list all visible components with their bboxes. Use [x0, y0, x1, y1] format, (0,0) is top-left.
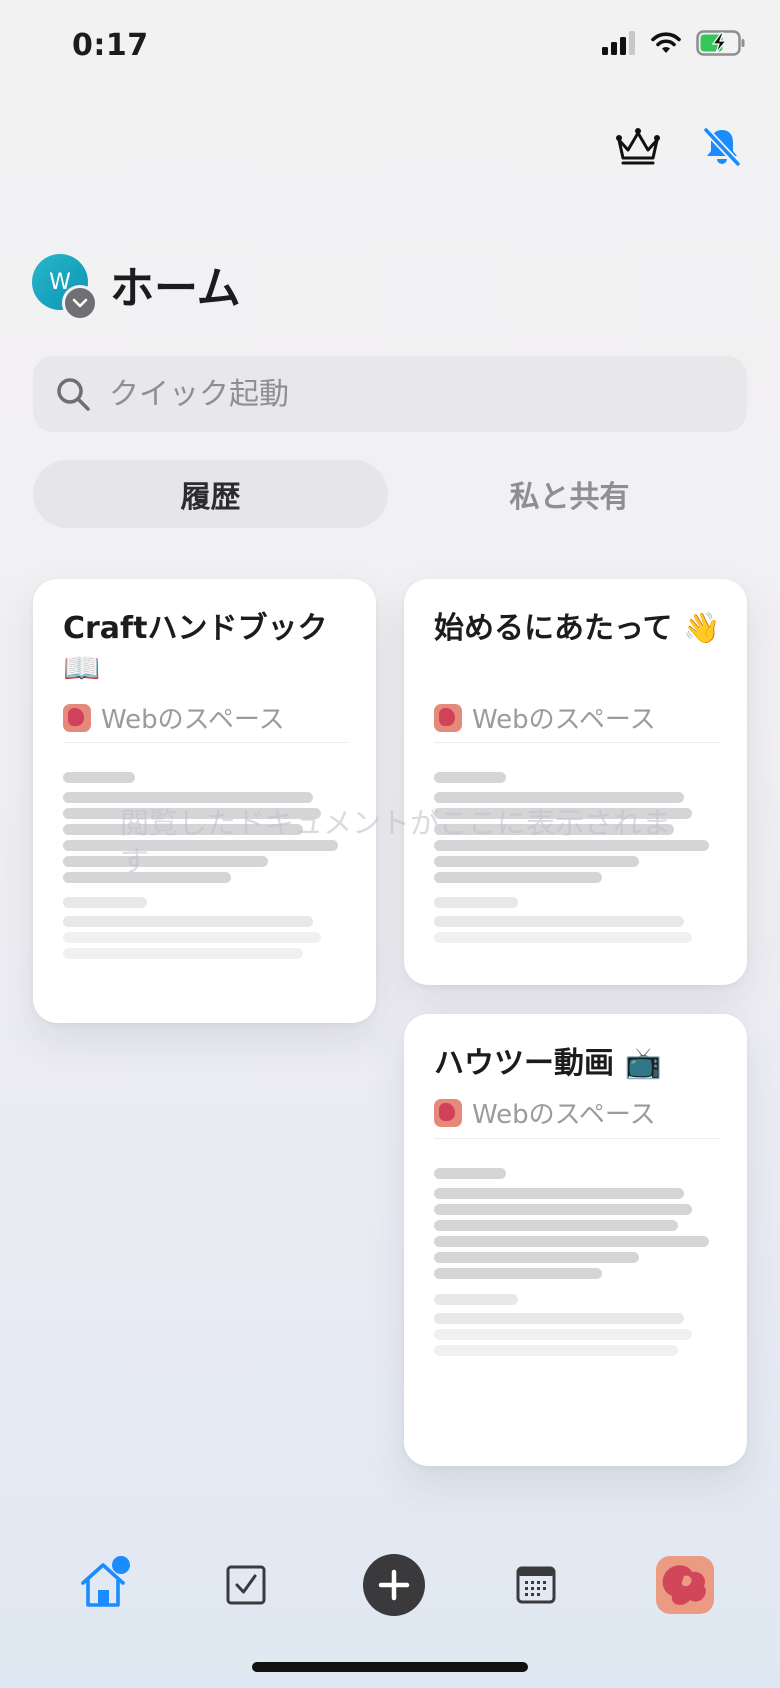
preview-line	[434, 1168, 506, 1179]
card-divider	[434, 742, 719, 743]
preview-line	[434, 1345, 678, 1356]
card-title: ハウツー動画 📺	[434, 1046, 662, 1081]
document-card-how-to-videos[interactable]: ハウツー動画 📺 Webのスペース	[404, 1014, 747, 1466]
card-space-label: Webのスペース	[472, 705, 656, 735]
space-avatar-icon	[434, 1098, 462, 1127]
tab-home[interactable]	[68, 1550, 138, 1620]
preview-line	[434, 1188, 684, 1199]
tab-history[interactable]: 履歴	[33, 460, 388, 528]
chevron-down-icon	[72, 298, 88, 308]
notifications-off-icon	[702, 126, 742, 168]
document-card-getting-started[interactable]: 始めるにあたって 👋 Webのスペース	[404, 579, 747, 985]
preview-line	[434, 1313, 684, 1324]
card-space: Webのスペース	[63, 699, 285, 736]
preview-line	[434, 772, 506, 783]
preview-line	[434, 1252, 639, 1263]
preview-line	[434, 1329, 692, 1340]
search-icon	[57, 378, 90, 411]
crown-button[interactable]	[610, 118, 666, 174]
preview-line	[63, 932, 321, 943]
card-space-label: Webのスペース	[472, 1100, 656, 1130]
wifi-icon	[651, 32, 681, 53]
preview-line	[434, 1220, 678, 1231]
tasks-icon	[226, 1565, 266, 1605]
preview-line	[434, 1294, 518, 1305]
add-icon	[363, 1554, 425, 1616]
tab-space[interactable]	[648, 1548, 722, 1622]
signal-icon	[602, 31, 635, 55]
workspace-switcher-badge[interactable]	[62, 285, 98, 321]
crown-icon	[616, 128, 660, 165]
preview-line	[63, 948, 303, 959]
document-card-craft-handbook[interactable]: Craftハンドブック 📖 Webのスペース	[33, 579, 376, 1023]
search-input[interactable]	[107, 375, 671, 413]
space-avatar-icon	[63, 703, 91, 732]
battery-charging-icon	[696, 30, 745, 56]
home-icon	[81, 1556, 130, 1607]
home-indicator	[252, 1662, 528, 1672]
space-avatar-icon	[434, 703, 462, 732]
page-title: ホーム	[110, 263, 241, 314]
preview-line	[63, 897, 147, 908]
space-avatar-icon	[656, 1556, 714, 1614]
card-space: Webのスペース	[434, 699, 656, 736]
calendar-icon	[516, 1566, 556, 1604]
empty-history-message: 閲覧したドキュメントがここに表示されます	[120, 806, 672, 878]
notifications-button[interactable]	[694, 118, 750, 174]
preview-line	[434, 916, 684, 927]
preview-line	[434, 897, 518, 908]
card-divider	[434, 1138, 719, 1139]
preview-line	[434, 792, 684, 803]
status-time: 0:17	[72, 28, 149, 63]
quick-launch-search[interactable]	[33, 356, 747, 432]
preview-line	[434, 932, 692, 943]
card-space-label: Webのスペース	[101, 705, 285, 735]
preview-line	[63, 916, 313, 927]
card-title: Craftハンドブック 📖	[63, 611, 328, 686]
tab-calendar[interactable]	[501, 1550, 571, 1620]
preview-line	[63, 792, 313, 803]
card-title: 始めるにあたって 👋	[434, 611, 721, 646]
add-button[interactable]	[357, 1548, 431, 1622]
preview-line	[434, 1268, 602, 1279]
card-divider	[63, 742, 348, 743]
preview-line	[434, 1236, 709, 1247]
status-icons	[602, 30, 746, 56]
preview-line	[63, 772, 135, 783]
tab-shared-with-me[interactable]: 私と共有	[392, 460, 747, 528]
preview-line	[434, 1204, 692, 1215]
tab-tasks[interactable]	[211, 1550, 281, 1620]
card-space: Webのスペース	[434, 1094, 656, 1131]
